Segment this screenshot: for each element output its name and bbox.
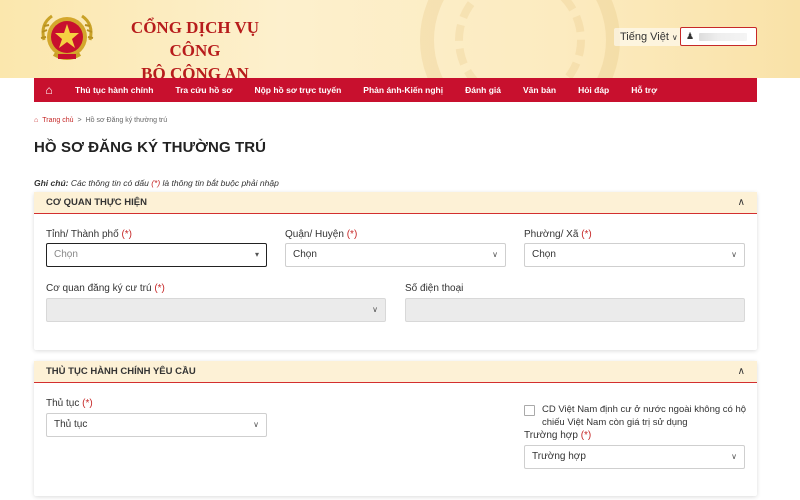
district-label: Quận/ Huyện (*) (285, 229, 357, 240)
user-account-button[interactable]: ♟ (680, 27, 757, 46)
agency-label: Cơ quan đăng ký cư trú (*) (46, 283, 165, 294)
district-select[interactable]: Chọn ∨ (285, 243, 506, 267)
province-label-text: Tỉnh/ Thành phố (46, 229, 119, 240)
overseas-citizen-checkbox[interactable] (524, 405, 535, 416)
province-select-value: Chọn (54, 249, 78, 260)
chevron-up-icon[interactable]: ∧ (738, 366, 745, 377)
required-mark: (*) (580, 430, 592, 441)
note-text-before: Các thông tin có dấu (68, 178, 152, 188)
phone-label: Số điện thoại (405, 283, 463, 294)
main-navigation: ⌂ Thủ tục hành chính Tra cứu hồ sơ Nộp h… (34, 78, 757, 102)
province-label: Tỉnh/ Thành phố (*) (46, 229, 132, 240)
home-icon[interactable]: ⌂ (34, 78, 64, 102)
ward-label-text: Phường/ Xã (524, 229, 579, 240)
section-thu-tuc-hanh-chinh-yeu-cau: THỦ TỤC HÀNH CHÍNH YÊU CẦU ∧ Thủ tục (*)… (34, 361, 757, 496)
section-header[interactable]: THỦ TỤC HÀNH CHÍNH YÊU CẦU ∧ (34, 361, 757, 383)
case-label: Trường hợp (*) (524, 430, 591, 441)
overseas-citizen-checkbox-label[interactable]: CD Việt Nam định cư ở nước ngoài không c… (542, 403, 752, 429)
language-selector[interactable]: Tiếng Việt ∨ (614, 28, 684, 46)
nav-item-hoi-dap[interactable]: Hỏi đáp (567, 78, 620, 102)
breadcrumb-current: Hồ sơ Đăng ký thường trú (85, 117, 168, 124)
drum-pattern-decoration-inner (455, 0, 585, 78)
breadcrumb-separator: > (77, 117, 82, 124)
chevron-down-icon: ∨ (731, 452, 737, 461)
procedure-select[interactable]: Thủ tục ∨ (46, 413, 267, 437)
procedure-label-text: Thủ tục (46, 398, 80, 409)
breadcrumb: ⌂ Trang chủ > Hồ sơ Đăng ký thường trú (34, 117, 167, 124)
breadcrumb-home-link[interactable]: Trang chủ (42, 117, 73, 124)
page-title: HỒ SƠ ĐĂNG KÝ THƯỜNG TRÚ (34, 139, 267, 156)
site-title-line2: BỘ CÔNG AN (141, 64, 249, 78)
checkbox-label-line2: chiếu Việt Nam còn giá trị sử dụng (542, 417, 688, 428)
note-required-mark: (*) (151, 178, 161, 188)
police-emblem-logo[interactable] (36, 10, 98, 66)
chevron-up-icon[interactable]: ∧ (738, 197, 745, 208)
user-icon: ♟ (686, 31, 695, 41)
nav-item-danh-gia[interactable]: Đánh giá (454, 78, 512, 102)
chevron-down-icon: ∨ (372, 305, 378, 314)
site-header: CỔNG DỊCH VỤ CÔNG BỘ CÔNG AN Tiếng Việt ∨… (0, 0, 800, 78)
nav-item-tra-cuu-ho-so[interactable]: Tra cứu hồ sơ (164, 78, 243, 102)
district-label-text: Quận/ Huyện (285, 229, 344, 240)
language-label: Tiếng Việt (620, 31, 669, 43)
nav-item-nop-ho-so-truc-tuyen[interactable]: Nộp hồ sơ trực tuyến (243, 78, 352, 102)
ward-select-value: Chọn (532, 249, 556, 260)
procedure-label: Thủ tục (*) (46, 398, 93, 409)
note-text-after: là thông tin bắt buộc phải nhập (160, 178, 279, 188)
section-title: CƠ QUAN THỰC HIỆN (46, 197, 147, 208)
checkbox-label-line1: CD Việt Nam định cư ở nước ngoài không c… (542, 404, 747, 415)
required-mark: (*) (346, 229, 358, 240)
section-title: THỦ TỤC HÀNH CHÍNH YÊU CẦU (46, 366, 196, 377)
required-mark: (*) (121, 229, 132, 240)
chevron-down-icon: ∨ (492, 250, 498, 259)
nav-item-thu-tuc-hanh-chinh[interactable]: Thủ tục hành chính (64, 78, 164, 102)
note-label: Ghi chú: (34, 178, 69, 188)
section-header[interactable]: CƠ QUAN THỰC HIỆN ∧ (34, 192, 757, 214)
home-icon[interactable]: ⌂ (34, 117, 38, 124)
nav-item-van-ban[interactable]: Văn bản (512, 78, 567, 102)
nav-item-ho-tro[interactable]: Hỗ trợ (620, 78, 668, 102)
caret-down-icon: ▾ (254, 250, 259, 259)
required-mark: (*) (82, 398, 93, 409)
case-select-value: Trường hợp (532, 451, 586, 462)
province-select[interactable]: Chọn ▾ (46, 243, 267, 267)
site-title-line1: CỔNG DỊCH VỤ CÔNG (130, 18, 260, 60)
chevron-down-icon: ∨ (731, 250, 737, 259)
site-title[interactable]: CỔNG DỊCH VỤ CÔNG BỘ CÔNG AN (110, 16, 280, 78)
chevron-down-icon: ∨ (253, 420, 259, 429)
case-label-text: Trường hợp (524, 430, 578, 441)
procedure-select-value: Thủ tục (54, 419, 88, 430)
phone-label-text: Số điện thoại (405, 283, 464, 294)
required-mark: (*) (154, 283, 165, 294)
phone-input[interactable] (405, 298, 745, 322)
ward-label: Phường/ Xã (*) (524, 229, 592, 240)
nav-item-phan-anh-kien-nghi[interactable]: Phản ánh-Kiến nghị (352, 78, 454, 102)
agency-label-text: Cơ quan đăng ký cư trú (46, 283, 152, 294)
required-fields-note: Ghi chú: Các thông tin có dấu (*) là thô… (34, 178, 279, 188)
user-name-redacted (699, 33, 747, 41)
required-mark: (*) (581, 229, 592, 240)
case-select[interactable]: Trường hợp ∨ (524, 445, 745, 469)
section-co-quan-thuc-hien: CƠ QUAN THỰC HIỆN ∧ Tỉnh/ Thành phố (*) … (34, 192, 757, 350)
ward-select[interactable]: Chọn ∨ (524, 243, 745, 267)
agency-select[interactable]: ∨ (46, 298, 386, 322)
chevron-down-icon: ∨ (671, 33, 678, 42)
district-select-value: Chọn (293, 249, 317, 260)
